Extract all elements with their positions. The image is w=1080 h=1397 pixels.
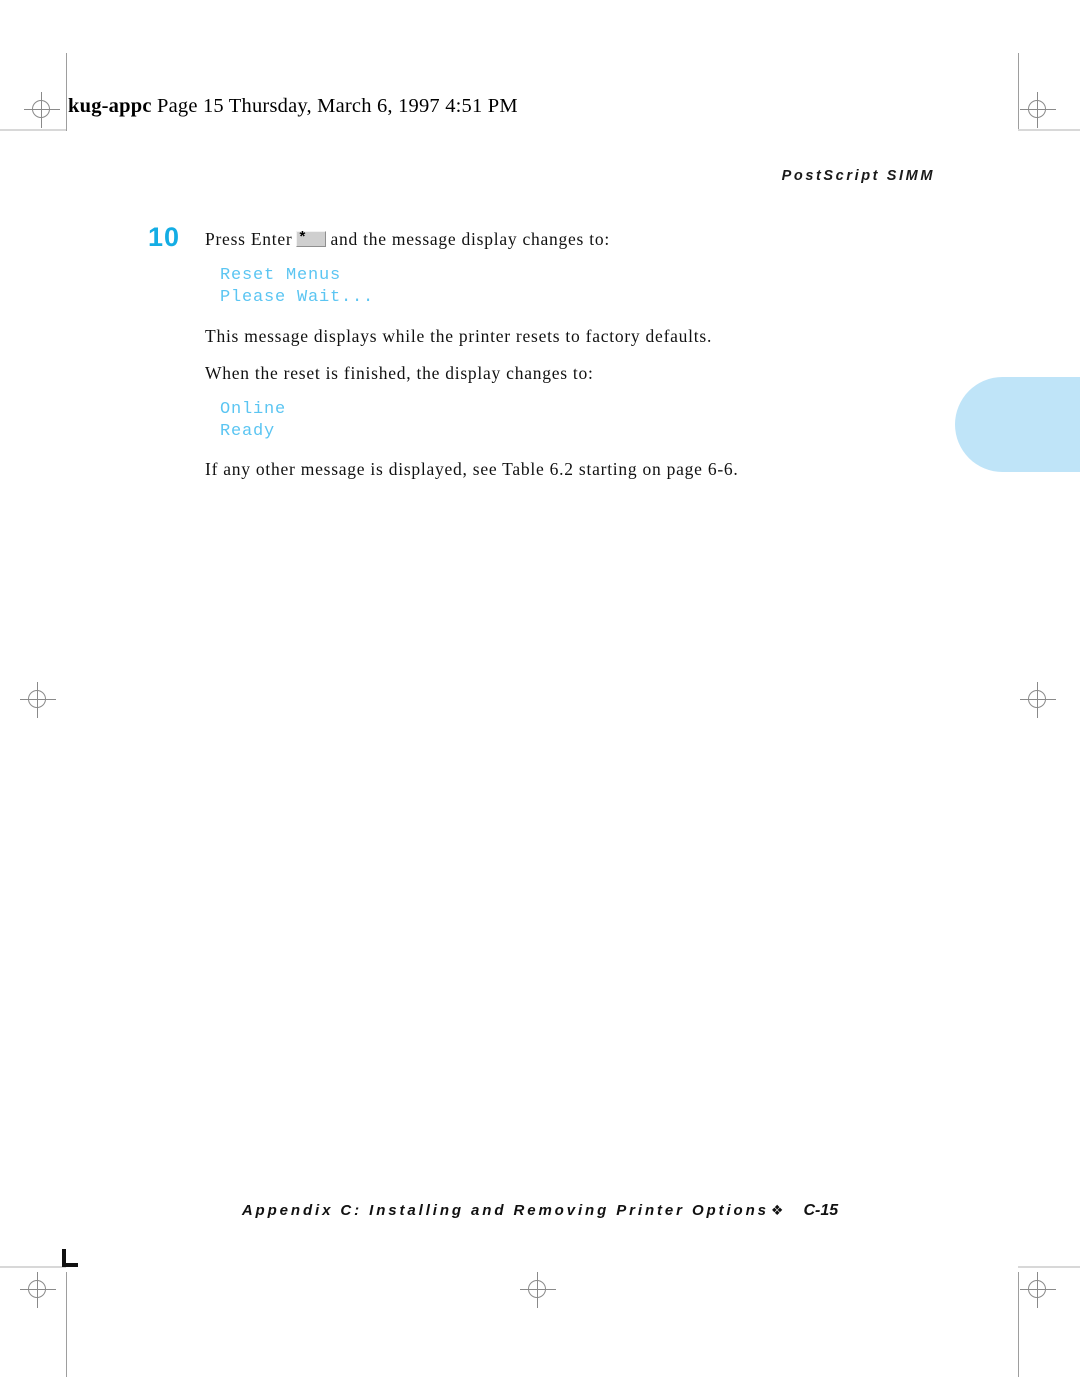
file-info-details: Page 15 Thursday, March 6, 1997 4:51 PM (151, 95, 518, 117)
registration-mark-top-left (24, 92, 60, 128)
trim-line-right-bottom (1018, 1272, 1019, 1377)
paragraph-reset-finished: When the reset is finished, the display … (205, 363, 594, 384)
paragraph-other-message: If any other message is displayed, see T… (205, 459, 739, 480)
registration-mark-top-right (1020, 92, 1056, 128)
step-number: 10 (148, 222, 181, 252)
lcd-line-ready: Ready (220, 421, 276, 441)
lcd-line-online: Online (220, 399, 287, 419)
step-text-before-key: Press Enter (205, 229, 293, 249)
crop-mark-bottom-left-corner (62, 1249, 78, 1267)
numbered-step-10: 10 Press Enter * and the message display c… (148, 224, 848, 258)
trim-line-right-upper (1018, 129, 1080, 131)
footer-chapter-title: Appendix C: Installing and Removing Prin… (241, 1202, 769, 1219)
registration-mark-bottom-right (1020, 1272, 1056, 1308)
asterisk-icon: * (299, 228, 307, 245)
trim-line-left-top (66, 53, 67, 131)
footer-page-number: C-15 (803, 1202, 839, 1219)
step-text-after-key: and the message display changes to: (330, 229, 610, 249)
file-info-filename: kug-appc (68, 95, 152, 117)
registration-mark-bottom-center (520, 1272, 556, 1308)
lcd-display-online: Online Ready (220, 399, 848, 443)
enter-key-icon: * (296, 228, 327, 247)
trim-line-left-bottom (66, 1272, 67, 1377)
page-footer: Appendix C: Installing and Removing Prin… (0, 1202, 1080, 1220)
page-body: 10 Press Enter * and the message display c… (148, 224, 848, 482)
registration-mark-bottom-left (20, 1272, 56, 1308)
step-text: Press Enter * and the message display chan… (205, 228, 848, 252)
trim-line-left-upper (0, 129, 66, 131)
paragraph-reset-description: This message displays while the printer … (205, 325, 713, 346)
registration-mark-middle-right (1020, 682, 1056, 718)
lcd-line-please-wait: Please Wait... (220, 287, 375, 307)
registration-mark-middle-left (20, 682, 56, 718)
step-instruction-line: Press Enter * and the message display chan… (205, 228, 848, 252)
thumb-tab-marker (955, 377, 1080, 472)
trim-line-left-lower (0, 1266, 66, 1268)
trim-line-right-top (1018, 53, 1019, 131)
trim-line-right-lower (1018, 1266, 1080, 1268)
running-head: PostScript SIMM (781, 168, 935, 184)
lcd-display-reset: Reset Menus Please Wait... (220, 265, 848, 309)
diamond-bullet-icon: ❖ (770, 1203, 784, 1219)
file-info-header: kug-appc Page 15 Thursday, March 6, 1997… (68, 95, 518, 118)
lcd-line-reset-menus: Reset Menus (220, 266, 342, 285)
